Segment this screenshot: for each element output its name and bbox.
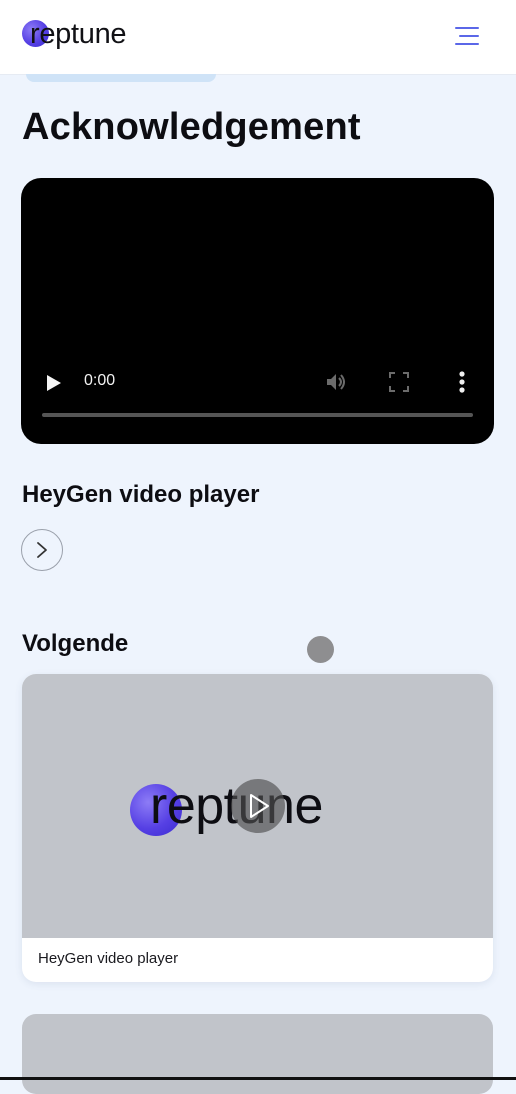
touch-cursor-indicator [307,636,334,663]
hamburger-menu-icon[interactable] [455,27,481,47]
volume-icon[interactable] [324,370,348,394]
section-title: HeyGen video player [22,481,260,508]
video-time: 0:00 [84,372,116,389]
fullscreen-icon[interactable] [388,371,410,393]
video-seekbar[interactable] [42,413,473,417]
video-card-caption: HeyGen video player [38,950,179,967]
scrolled-tab-pill[interactable] [26,74,216,82]
chevron-right-icon [37,542,47,558]
reptune-logo[interactable]: reptune [22,18,162,58]
video-player[interactable] [21,178,494,444]
next-button[interactable] [21,529,63,571]
video-thumbnail[interactable]: reptune [22,674,493,938]
video-card-partial[interactable] [22,1014,493,1094]
logo-text: reptune [30,18,127,50]
next-section-title: Volgende [22,630,129,657]
top-header: reptune [0,0,516,75]
thumbnail-play-icon[interactable] [231,779,285,833]
page-title: Acknowledgement [22,106,361,148]
play-icon[interactable] [45,374,63,392]
video-card[interactable]: reptune HeyGen video player [22,674,493,982]
more-options-icon[interactable] [455,370,469,394]
